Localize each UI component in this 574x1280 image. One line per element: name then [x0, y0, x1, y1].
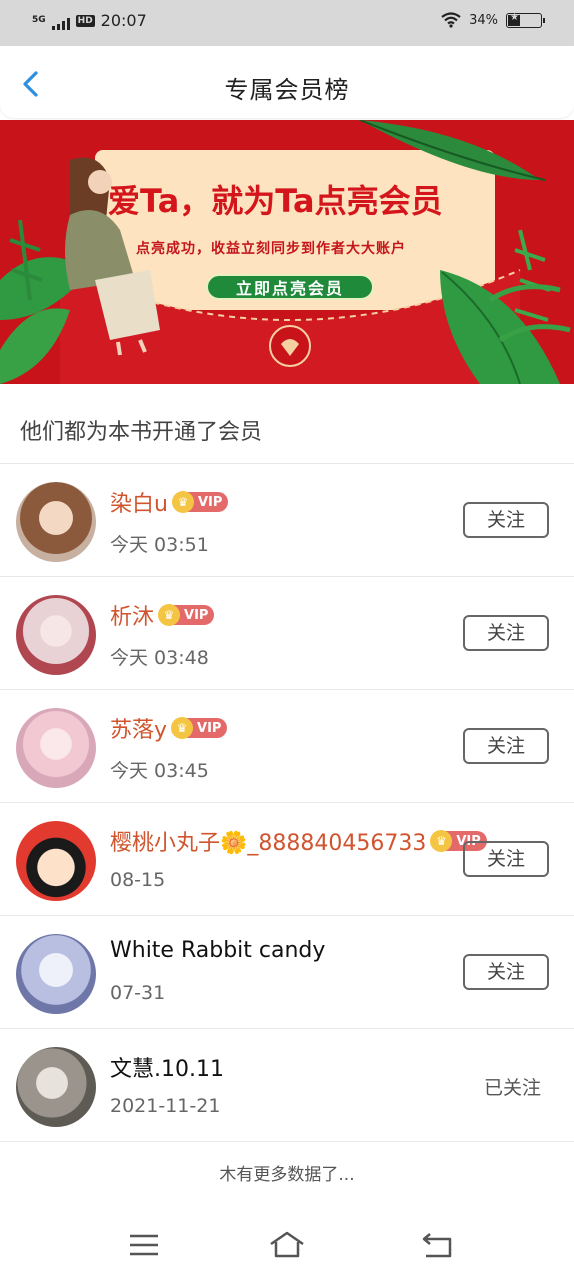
- follow-button[interactable]: 关注: [463, 954, 549, 990]
- member-name[interactable]: 文慧.10.11: [110, 1051, 224, 1083]
- list-item[interactable]: 析沐 ♛ VIP 今天 03:48 关注: [0, 577, 574, 690]
- back-icon[interactable]: [420, 1230, 456, 1260]
- home-icon[interactable]: [268, 1230, 306, 1260]
- clock: 20:07: [100, 11, 147, 30]
- battery-icon: ★: [506, 12, 545, 28]
- page-title: 专属会员榜: [224, 76, 350, 104]
- vip-badge: ♛ VIP: [158, 604, 215, 626]
- list-item[interactable]: 苏落y ♛ VIP 今天 03:45 关注: [0, 690, 574, 803]
- avatar[interactable]: [16, 482, 96, 562]
- member-name[interactable]: 樱桃小丸子🌼_888840456733: [110, 825, 426, 857]
- status-bar: 5G HD 20:07 34% ★: [0, 0, 574, 46]
- list-item[interactable]: White Rabbit candy 07-31 关注: [0, 916, 574, 1029]
- banner-title: 爱Ta，就为Ta点亮会员: [108, 182, 443, 220]
- no-more-data-text: 木有更多数据了...: [219, 1165, 355, 1185]
- crown-icon: ♛: [171, 717, 194, 739]
- section-header: 他们都为本书开通了会员: [20, 420, 263, 445]
- avatar[interactable]: [16, 934, 96, 1014]
- list-item[interactable]: 染白u ♛ VIP 今天 03:51 关注: [0, 464, 574, 577]
- divider: [0, 1141, 574, 1142]
- crown-icon: ♛: [171, 491, 194, 513]
- system-nav-bar: [0, 1210, 574, 1280]
- promo-banner[interactable]: 爱Ta，就为Ta点亮会员 点亮成功，收益立刻同步到作者大大账户 立即点亮会员: [0, 120, 574, 384]
- signal-icon: [51, 17, 70, 30]
- crown-icon: ♛: [158, 604, 181, 626]
- list-item[interactable]: 樱桃小丸子🌼_888840456733 ♛ VIP 08-15 关注: [0, 803, 574, 916]
- list-item[interactable]: 文慧.10.11 2021-11-21 已关注: [0, 1029, 574, 1142]
- member-name[interactable]: 染白u: [110, 486, 168, 518]
- vip-badge: ♛ VIP: [171, 717, 228, 739]
- member-name[interactable]: 苏落y: [110, 712, 167, 744]
- join-time: 今天 03:45: [110, 760, 209, 782]
- avatar[interactable]: [16, 1047, 96, 1127]
- wifi-icon: [441, 12, 461, 28]
- follow-button[interactable]: 关注: [463, 841, 549, 877]
- banner-subtitle: 点亮成功，收益立刻同步到作者大大账户: [136, 241, 406, 257]
- avatar[interactable]: [16, 708, 96, 788]
- join-time: 2021-11-21: [110, 1095, 221, 1117]
- join-time: 今天 03:51: [110, 534, 209, 556]
- followed-label[interactable]: 已关注: [484, 1073, 541, 1100]
- crown-icon: ♛: [430, 830, 453, 852]
- avatar[interactable]: [16, 595, 96, 675]
- follow-button[interactable]: 关注: [463, 502, 549, 538]
- hd-badge: HD: [75, 14, 95, 27]
- join-time: 今天 03:48: [110, 647, 209, 669]
- member-name[interactable]: White Rabbit candy: [110, 938, 325, 963]
- follow-button[interactable]: 关注: [463, 728, 549, 764]
- follow-button[interactable]: 关注: [463, 615, 549, 651]
- vip-badge: ♛ VIP: [171, 491, 229, 513]
- member-name[interactable]: 析沐: [110, 599, 154, 631]
- join-time: 08-15: [110, 869, 166, 891]
- light-up-vip-button[interactable]: 立即点亮会员: [206, 274, 374, 300]
- join-time: 07-31: [110, 982, 166, 1004]
- avatar[interactable]: [16, 821, 96, 901]
- menu-icon[interactable]: [126, 1230, 162, 1260]
- battery-percent: 34%: [469, 12, 498, 28]
- nav-bar: 专属会员榜: [0, 46, 574, 118]
- network-type: 5G: [32, 15, 46, 25]
